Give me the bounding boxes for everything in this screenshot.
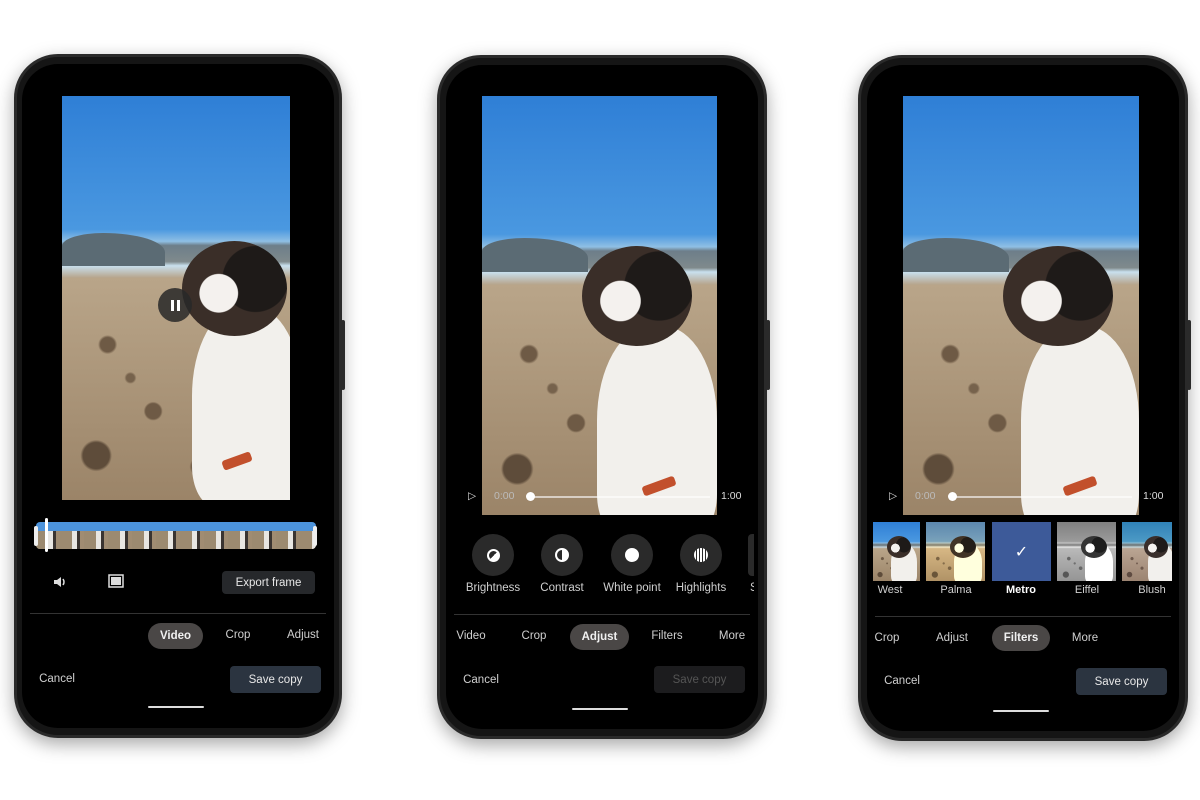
filter-thumb-palma[interactable] (926, 522, 985, 581)
checkmark-icon: ✓ (1014, 543, 1029, 561)
divider (875, 616, 1171, 617)
seek-thumb[interactable] (526, 492, 535, 501)
tab-video[interactable]: Video (456, 630, 485, 642)
tab-adjust[interactable]: Adjust (570, 624, 629, 650)
photo-preview (482, 96, 717, 515)
seek-thumb[interactable] (948, 492, 957, 501)
filter-label-blush: Blush (1138, 584, 1166, 596)
trim-handle-left[interactable] (34, 526, 38, 546)
tool-label-brightness: Brightness (465, 582, 521, 594)
filter-thumb-blush[interactable] (1122, 522, 1172, 581)
side-button (341, 320, 345, 390)
export-frame-button[interactable]: Export frame (222, 571, 315, 594)
divider (30, 613, 326, 614)
cancel-button[interactable]: Cancel (39, 673, 75, 685)
brightness-icon (486, 548, 500, 562)
home-indicator (572, 708, 628, 710)
divider (454, 614, 750, 615)
contrast-icon (555, 548, 569, 562)
tab-more[interactable]: More (719, 630, 745, 642)
tool-label-white-point: White point (603, 582, 661, 594)
playhead[interactable] (45, 518, 48, 552)
tab-crop[interactable]: Crop (226, 629, 251, 641)
filter-label-west: West (877, 584, 903, 596)
tab-filters[interactable]: Filters (651, 630, 682, 642)
save-copy-button[interactable]: Save copy (1076, 668, 1167, 695)
duration: 1:00 (1143, 490, 1164, 502)
play-icon[interactable]: ▷ (889, 490, 897, 502)
volume-button[interactable] (52, 574, 68, 590)
video-timeline-filmstrip[interactable] (36, 522, 316, 549)
white-point-icon (625, 548, 639, 562)
pause-icon (170, 299, 180, 311)
current-time: 0:00 (494, 490, 515, 502)
volume-icon (54, 577, 65, 587)
tool-highlights[interactable] (680, 534, 722, 576)
filter-label-metro: Metro (1006, 584, 1036, 596)
photo-preview (903, 96, 1139, 515)
tab-crop[interactable]: Crop (875, 632, 900, 644)
cancel-button[interactable]: Cancel (884, 675, 920, 687)
side-button (766, 320, 770, 390)
save-copy-button-disabled[interactable]: Save copy (654, 666, 745, 693)
tab-more[interactable]: More (1072, 632, 1098, 644)
seek-bar[interactable] (530, 496, 710, 498)
pause-button[interactable] (158, 288, 192, 322)
filter-label-eiffel: Eiffel (1074, 584, 1100, 596)
tab-adjust[interactable]: Adjust (936, 632, 968, 644)
tab-adjust[interactable]: Adjust (287, 629, 319, 641)
home-indicator (993, 710, 1049, 712)
filter-label-palma: Palma (940, 584, 972, 596)
tab-filters[interactable]: Filters (992, 625, 1050, 651)
cancel-button[interactable]: Cancel (463, 674, 499, 686)
trim-handle-right[interactable] (313, 526, 317, 546)
current-time: 0:00 (915, 490, 936, 502)
duration: 1:00 (721, 490, 742, 502)
tool-contrast[interactable] (541, 534, 583, 576)
filter-thumb-eiffel[interactable] (1057, 522, 1116, 581)
tool-label-contrast: Contrast (540, 582, 584, 594)
tab-crop[interactable]: Crop (522, 630, 547, 642)
home-indicator (148, 706, 204, 708)
save-copy-button[interactable]: Save copy (230, 666, 321, 693)
filter-thumb-west[interactable] (873, 522, 920, 581)
tool-label-partial: S (750, 582, 754, 594)
tool-brightness[interactable] (472, 534, 514, 576)
tool-label-highlights: Highlights (675, 582, 727, 594)
play-icon[interactable]: ▷ (468, 490, 476, 502)
tool-next-partial[interactable] (748, 534, 754, 576)
side-button (1187, 320, 1191, 390)
frame-icon (108, 574, 124, 588)
filter-thumb-metro-selected[interactable]: ✓ (992, 522, 1051, 581)
highlights-icon (694, 548, 708, 562)
tool-white-point[interactable] (611, 534, 653, 576)
tab-video[interactable]: Video (148, 623, 203, 649)
frame-button[interactable] (108, 574, 124, 588)
seek-bar[interactable] (952, 496, 1132, 498)
